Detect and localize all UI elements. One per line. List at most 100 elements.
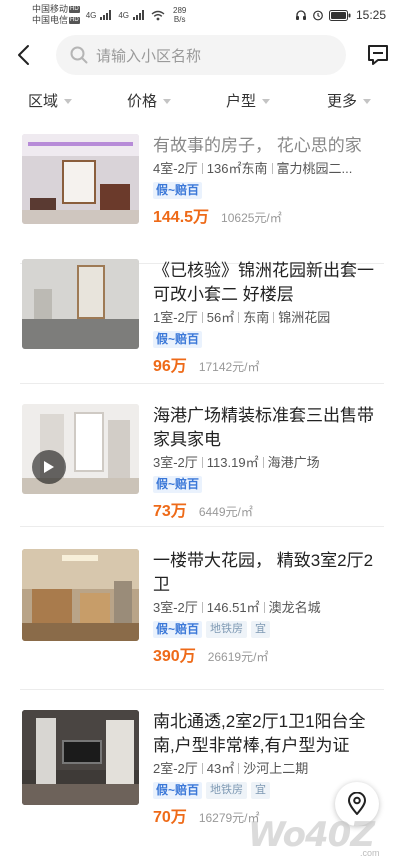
filter-label: 户型: [226, 92, 257, 110]
listing-meta: 3室-2厅 146.51㎡ 澳龙名城: [153, 599, 383, 617]
carrier-info: 中国移动 HD 中国电信 HD: [32, 4, 80, 26]
wifi-icon: [151, 10, 165, 20]
listing-area: 113.19㎡: [206, 455, 259, 470]
guarantee-badge: 假~赔百: [153, 475, 203, 493]
search-placeholder: 请输入小区名称: [96, 47, 202, 65]
listing-community: 沙河上二期: [243, 761, 309, 776]
listing-orientation: 东南: [243, 310, 270, 325]
filter-more[interactable]: 更多: [327, 90, 372, 111]
listing-photo: [22, 404, 139, 494]
chat-bubble-icon: [368, 45, 388, 65]
listing-meta: 1室-2厅 56㎡ 东南 锦洲花园: [153, 309, 383, 327]
listing-price: 144.5万: [153, 209, 210, 226]
hd-badge-1: HD: [69, 6, 80, 14]
filter-region[interactable]: 区域: [28, 90, 73, 111]
listing-area: 43㎡: [206, 761, 235, 776]
status-right: 15:25: [295, 8, 386, 22]
carrier-1: 中国移动: [32, 4, 69, 14]
listing-info: 《已核验》锦洲花园新出套一可改小套二 好楼层 1室-2厅 56㎡ 东南 锦洲花园 假~…: [153, 259, 383, 376]
listing-rooms: 1室-2厅: [153, 310, 198, 325]
guarantee-badge: 假~赔百: [153, 781, 203, 799]
list-item[interactable]: 海港广场精装标准套三出售带家具家电 3室-2厅 113.19㎡ 海港广场 假~赔百 …: [0, 384, 400, 527]
listing-badges: 假~赔百 地铁房 宜: [153, 620, 383, 638]
listing-photo: [22, 710, 139, 805]
list-item[interactable]: 一楼带大花园， 精致3室2厅2卫 3室-2厅 146.51㎡ 澳龙名城 假~赔百 地…: [0, 527, 400, 690]
listing-unit-price: 6449元/㎡: [198, 505, 253, 519]
watermark-domain: .com: [360, 848, 380, 858]
filter-layout[interactable]: 户型: [226, 90, 271, 111]
listing-rooms: 4室-2厅: [153, 161, 198, 176]
hd-badge-2: HD: [69, 17, 80, 25]
listing-title: 一楼带大花园， 精致3室2厅2卫: [153, 551, 374, 594]
listing-title: 有故事的房子， 花心思的家: [153, 136, 362, 155]
listing-photo: [22, 549, 139, 641]
caret-down-icon: [262, 98, 271, 104]
message-button[interactable]: [358, 34, 398, 76]
caret-down-icon: [64, 98, 73, 104]
filter-label: 更多: [327, 92, 358, 110]
listing-price: 390万: [153, 648, 196, 665]
listing-info: 有故事的房子， 花心思的家 4室-2厅 136㎡东南 富力桃园二... 假~赔百 1…: [153, 134, 383, 227]
search-icon: [70, 46, 88, 64]
tag-suitable: 宜: [251, 781, 271, 799]
listing-unit-price: 10625元/㎡: [221, 211, 282, 225]
listing-community: 海港广场: [267, 455, 320, 470]
listing-price-row: 96万 17142元/㎡: [153, 352, 383, 376]
listing-badges: 假~赔百: [153, 330, 383, 348]
listing-community: 富力桃园二...: [276, 161, 353, 176]
network-indicators: 4G 4G: [86, 10, 165, 21]
listing-info: 海港广场精装标准套三出售带家具家电 3室-2厅 113.19㎡ 海港广场 假~赔百 …: [153, 404, 383, 521]
listing-meta: 4室-2厅 136㎡东南 富力桃园二...: [153, 160, 383, 178]
guarantee-badge: 假~赔百: [153, 181, 203, 199]
listing-price-row: 73万 6449元/㎡: [153, 497, 383, 521]
listing-unit-price: 26619元/㎡: [207, 650, 269, 664]
listing-area: 136㎡东南: [206, 161, 268, 176]
listing-title: 南北通透,2室2厅1卫1阳台全南,户型非常棒,有户型为证: [153, 712, 366, 755]
listing-title: 《已核验》锦洲花园新出套一可改小套二 好楼层: [153, 261, 374, 304]
listing-area: 56㎡: [206, 310, 235, 325]
listing-price: 73万: [153, 503, 187, 520]
clock: 15:25: [355, 8, 386, 22]
listing-price-row: 144.5万 10625元/㎡: [153, 203, 383, 227]
listing-rooms: 2室-2厅: [153, 761, 198, 776]
listing-badges: 假~赔百: [153, 181, 383, 199]
video-play-button[interactable]: [32, 450, 66, 484]
net-type-1: 4G: [85, 10, 97, 20]
listing-rooms: 3室-2厅: [153, 455, 198, 470]
signal-icon: [133, 10, 145, 20]
listing-meta: 2室-2厅 43㎡ 沙河上二期: [153, 760, 383, 778]
listing-area: 146.51㎡: [206, 600, 260, 615]
tag-suitable: 宜: [251, 620, 271, 638]
listing-unit-price: 17142元/㎡: [198, 360, 260, 374]
search-input[interactable]: 请输入小区名称: [56, 35, 346, 75]
listing-badges: 假~赔百: [153, 475, 383, 493]
listing-community: 锦洲花园: [278, 310, 331, 325]
filter-price[interactable]: 价格: [127, 90, 172, 111]
alarm-icon: [313, 10, 323, 21]
signal-icon: [100, 10, 112, 20]
listing-photo: [22, 259, 139, 349]
headphones-icon: [295, 10, 306, 20]
chevron-left-icon: [18, 45, 29, 65]
listing-rooms: 3室-2厅: [153, 600, 198, 615]
speed-unit: B/s: [173, 15, 186, 24]
play-icon: [44, 461, 54, 473]
back-button[interactable]: [4, 34, 44, 76]
listing-photo: [22, 134, 139, 224]
list-item[interactable]: 《已核验》锦洲花园新出套一可改小套二 好楼层 1室-2厅 56㎡ 东南 锦洲花园 假~…: [0, 241, 400, 384]
caret-down-icon: [363, 98, 372, 104]
net-type-2: 4G: [118, 10, 130, 20]
filter-label: 价格: [127, 92, 158, 110]
header: 请输入小区名称: [0, 34, 400, 76]
guarantee-badge: 假~赔百: [153, 330, 203, 348]
listing-meta: 3室-2厅 113.19㎡ 海港广场: [153, 454, 383, 472]
tag-metro: 地铁房: [206, 781, 248, 799]
listing-info: 一楼带大花园， 精致3室2厅2卫 3室-2厅 146.51㎡ 澳龙名城 假~赔百 地…: [153, 549, 383, 666]
listing-title: 海港广场精装标准套三出售带家具家电: [153, 406, 374, 449]
filter-bar: 区域 价格 户型 更多: [0, 84, 400, 116]
carrier-2: 中国电信: [32, 15, 69, 25]
status-bar: 中国移动 HD 中国电信 HD 4G 4G 289 B/s 15:25: [0, 0, 400, 30]
network-speed: 289 B/s: [173, 6, 186, 24]
caret-down-icon: [163, 98, 172, 104]
listing-price-row: 390万 26619元/㎡: [153, 642, 383, 666]
